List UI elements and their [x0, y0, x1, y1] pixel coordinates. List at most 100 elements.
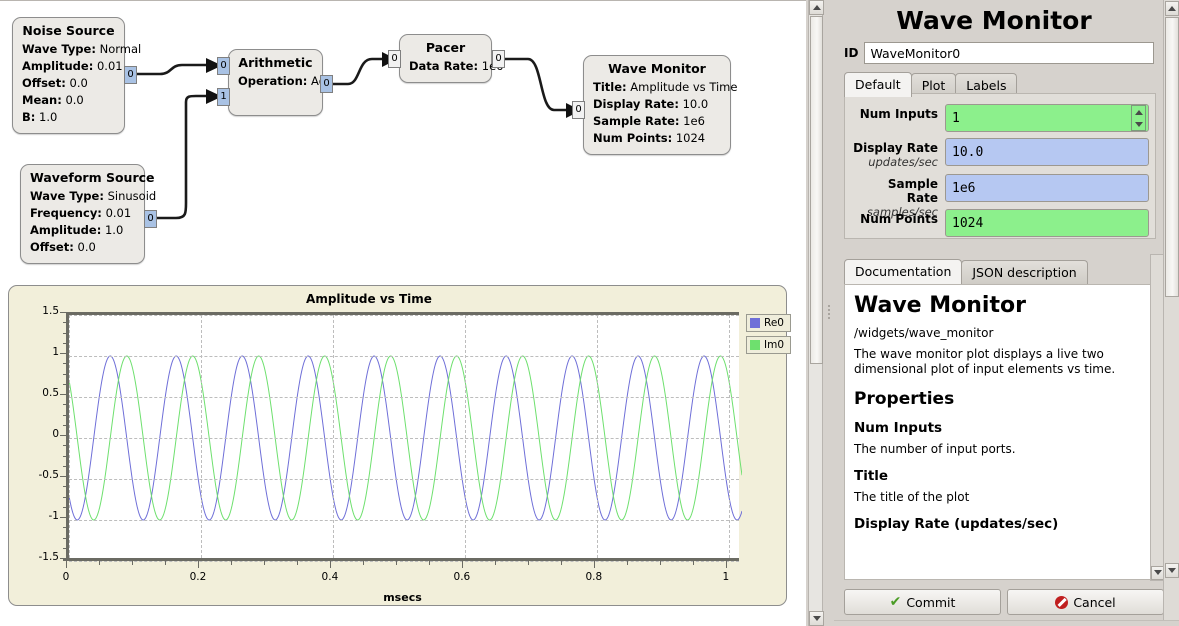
doc-properties-heading: Properties [854, 389, 1146, 409]
display-rate-value: 10.0 [952, 145, 983, 160]
flowgraph-canvas[interactable]: Noise Source Wave Type: Normal Amplitude… [0, 0, 806, 626]
block-prop: Sample Rate: 1e6 [593, 113, 721, 130]
block-noise-source[interactable]: Noise Source Wave Type: Normal Amplitude… [12, 17, 125, 134]
block-prop: Data Rate: 1e6 [409, 58, 482, 75]
port-waveform-out-0[interactable]: 0 [144, 210, 157, 228]
property-label-text: Display Rate [853, 141, 938, 155]
y-tick-minor [63, 507, 67, 508]
id-input[interactable] [864, 42, 1154, 64]
y-tick-minor [63, 527, 67, 528]
block-wave-monitor[interactable]: Wave Monitor Title: Amplitude vs Time Di… [583, 55, 731, 155]
canvas-vertical-scrollbar[interactable] [808, 0, 823, 626]
prop-key: Data Rate: [409, 59, 478, 73]
stepper-up-icon[interactable] [1135, 110, 1143, 115]
block-pacer[interactable]: Pacer Data Rate: 1e6 [399, 34, 492, 83]
y-tick-mark [60, 353, 67, 354]
tab-json-description[interactable]: JSON description [961, 260, 1087, 284]
doc-heading: Wave Monitor [854, 293, 1146, 318]
commit-button[interactable]: ✔ Commit [844, 589, 1001, 615]
plot-panel[interactable]: Amplitude vs Time 1.510.50-0.5-1-1.5 00.… [8, 285, 787, 606]
legend-item-im0[interactable]: Im0 [746, 336, 791, 354]
pane-splitter[interactable] [824, 0, 834, 626]
port-pacer-out-0[interactable]: 0 [492, 50, 505, 68]
commit-button-label: Commit [906, 595, 955, 610]
legend-label-re0: Re0 [764, 317, 784, 329]
port-pacer-in-0[interactable]: 0 [388, 50, 401, 68]
tab-default[interactable]: Default [844, 72, 912, 97]
num-inputs-value: 1 [952, 111, 960, 126]
num-points-field[interactable]: 1024 [945, 209, 1149, 237]
panel-scroll-up-arrow-icon[interactable] [1165, 1, 1179, 16]
port-arithmetic-in-1[interactable]: 1 [217, 88, 230, 106]
y-tick-minor [63, 466, 67, 467]
block-title: Arithmetic [238, 55, 313, 70]
legend-item-re0[interactable]: Re0 [746, 314, 791, 332]
display-rate-field[interactable]: 10.0 [945, 138, 1149, 166]
doc-section-body: The title of the plot [854, 490, 1146, 505]
block-prop: Operation: Add [238, 73, 313, 90]
scroll-down-arrow-icon[interactable] [809, 611, 824, 626]
block-prop: Offset: 0.0 [22, 75, 115, 92]
tab-documentation[interactable]: Documentation [844, 259, 962, 284]
gridline-horizontal [69, 438, 739, 439]
documentation-panel[interactable]: Wave Monitor /widgets/wave_monitor The w… [844, 284, 1156, 580]
y-tick-minor [63, 333, 67, 334]
panel-vertical-scrollbar[interactable] [1163, 0, 1179, 626]
doc-section-heading: Display Rate (updates/sec) [854, 516, 1146, 532]
port-arithmetic-in-0[interactable]: 0 [217, 57, 230, 75]
y-tick-minor [63, 374, 67, 375]
num-inputs-field[interactable]: 1 [945, 104, 1149, 132]
prop-key: Operation: [238, 74, 307, 88]
y-tick-label: -0.5 [19, 469, 59, 481]
port-wave-monitor-in-0[interactable]: 0 [572, 101, 585, 119]
y-tick-minor [63, 538, 67, 539]
y-tick-mark [60, 517, 67, 518]
prop-value: 0.0 [65, 93, 83, 107]
x-tick-label: 0.4 [310, 571, 350, 583]
num-inputs-stepper[interactable] [1131, 105, 1146, 131]
doc-section-body: The number of input ports. [854, 442, 1146, 457]
cancel-button-label: Cancel [1073, 595, 1115, 610]
legend-swatch-im0 [750, 340, 760, 350]
cancel-button[interactable]: Cancel [1007, 589, 1164, 615]
block-prop: Wave Type: Normal [22, 41, 115, 58]
y-tick-mark [60, 435, 67, 436]
scrollbar-thumb[interactable] [810, 16, 823, 364]
prop-key: Amplitude: [30, 223, 101, 237]
y-tick-mark [60, 476, 67, 477]
prop-key: Sample Rate: [593, 114, 680, 128]
panel-scrollbar-thumb[interactable] [1165, 17, 1179, 297]
y-tick-label: 1.5 [19, 305, 59, 317]
properties-box: Num Inputs 1 Display Rate updates/sec [844, 93, 1156, 239]
num-points-value: 1024 [952, 216, 983, 231]
y-tick-mark [60, 312, 67, 313]
sample-rate-field[interactable]: 1e6 [945, 174, 1149, 202]
scroll-up-arrow-icon[interactable] [809, 0, 824, 15]
y-tick-label: 1 [19, 346, 59, 358]
y-tick-minor [63, 404, 67, 405]
x-tick-mark [462, 560, 463, 568]
gridline-horizontal [69, 356, 739, 357]
stepper-down-icon[interactable] [1135, 122, 1143, 127]
x-tick-label: 0.8 [574, 571, 614, 583]
port-noise-out-0[interactable]: 0 [124, 66, 137, 84]
prop-value: 1024 [676, 131, 705, 145]
gridline-horizontal [69, 561, 739, 562]
y-tick-label: 0 [19, 428, 59, 440]
port-arithmetic-out-0[interactable]: 0 [320, 75, 333, 93]
panel-scroll-down-arrow-icon[interactable] [1165, 563, 1179, 578]
property-label: Display Rate updates/sec [853, 138, 945, 169]
block-title: Pacer [409, 40, 482, 55]
plot-title: Amplitude vs Time [9, 292, 729, 306]
y-tick-minor [63, 486, 67, 487]
block-arithmetic[interactable]: Arithmetic Operation: Add [228, 49, 323, 116]
property-row-num-points: Num Points 1024 [853, 209, 1149, 237]
block-prop: Mean: 0.0 [22, 92, 115, 109]
x-tick-mark [726, 560, 727, 568]
block-waveform-source[interactable]: Waveform Source Wave Type: Sinusoid Freq… [20, 164, 145, 264]
prop-value: Amplitude vs Time [630, 80, 737, 94]
property-row-num-inputs: Num Inputs 1 [853, 104, 1149, 132]
splitter-grip-icon [828, 305, 830, 321]
plot-area[interactable] [66, 312, 739, 558]
block-title: Noise Source [22, 23, 115, 38]
